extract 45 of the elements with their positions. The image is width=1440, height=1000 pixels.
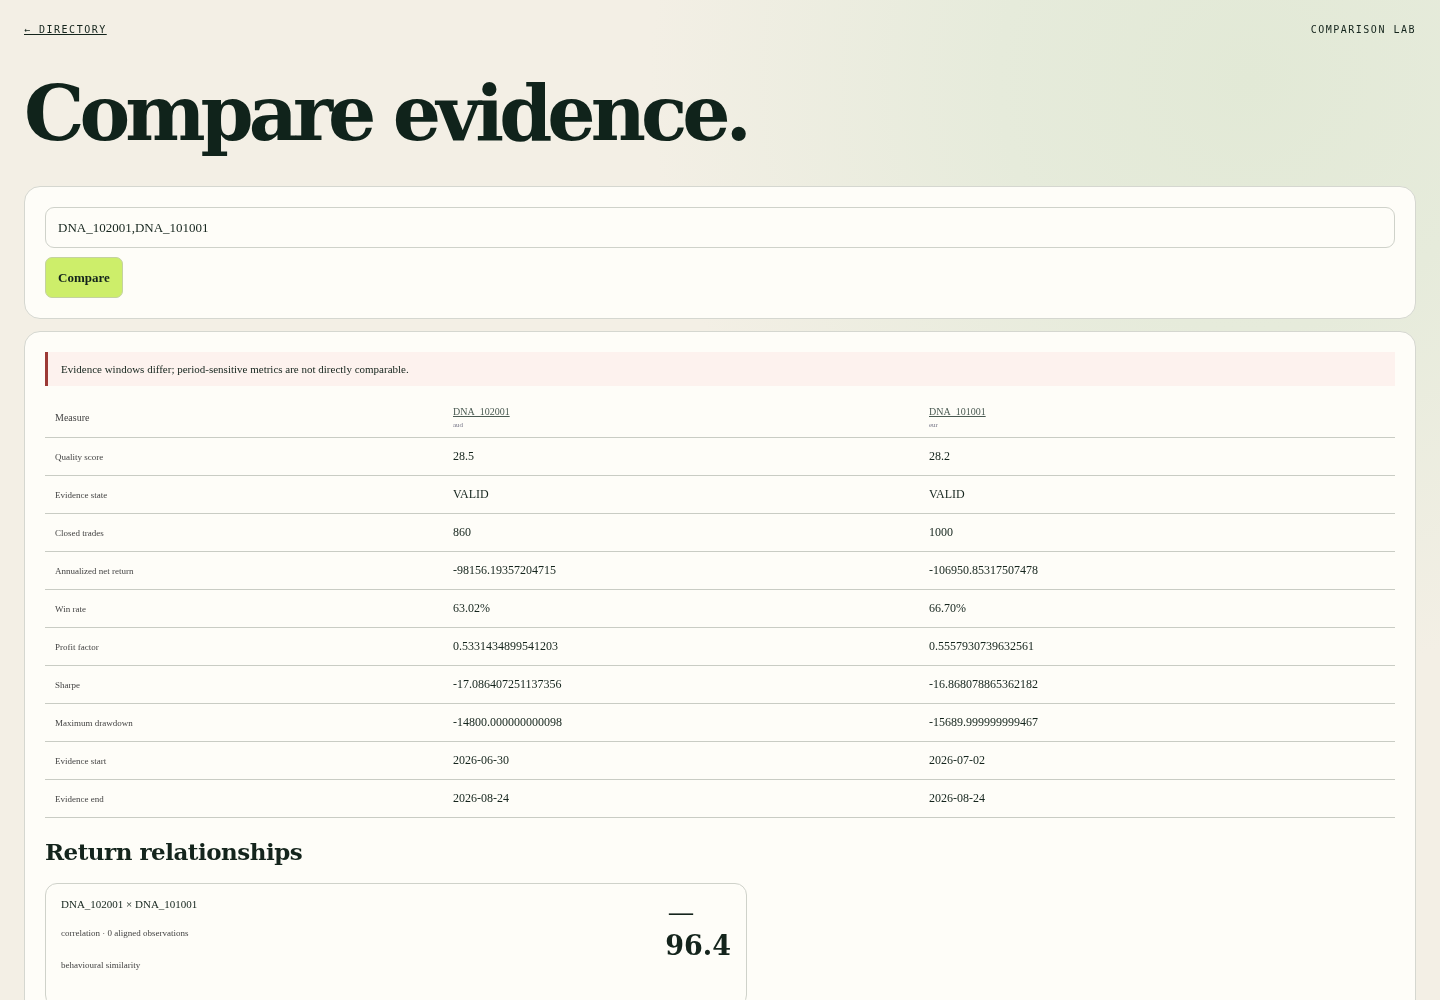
- pair-label: DNA_102001 × DNA_101001: [61, 898, 198, 910]
- table-header: Measure: [55, 412, 90, 423]
- table-cell: 860: [453, 525, 471, 539]
- measure-cell: Evidence end: [55, 793, 104, 804]
- brand-label: COMPARISON LAB: [1310, 24, 1416, 37]
- table-cell: 0.5331434899541203: [453, 639, 558, 653]
- measure-cell: Quality score: [55, 451, 104, 462]
- table-cell: 63.02%: [453, 601, 490, 615]
- table-cell: VALID: [929, 487, 965, 501]
- table-cell: -16.868078865362182: [929, 677, 1038, 691]
- dash-text: —: [667, 900, 693, 924]
- detail-text: correlation · 0 aligned observations: [61, 928, 190, 938]
- measure-cell: Closed trades: [55, 527, 104, 538]
- measure-cell: Win rate: [55, 603, 86, 614]
- measure-cell: Sharpe: [55, 679, 80, 690]
- measure-cell: Evidence start: [55, 755, 107, 766]
- score-value: 96.4: [665, 930, 731, 961]
- directory-link[interactable]: ← DIRECTORY: [24, 24, 107, 38]
- table-cell: 28.2: [929, 449, 950, 463]
- table-cell: 2026-06-30: [453, 753, 509, 767]
- similarity-label: behavioural similarity: [61, 960, 142, 970]
- table-cell: -14800.000000000098: [453, 715, 562, 729]
- table-cell: 2026-08-24: [453, 791, 509, 805]
- table-cell: 28.5: [453, 449, 474, 463]
- table-cell: 2026-08-24: [929, 791, 985, 805]
- table-cell: 2026-07-02: [929, 753, 985, 767]
- warning-banner: Evidence windows differ; period-sensitive metrics are not directly comparable.: [45, 352, 1395, 386]
- table-cell: -15689.999999999467: [929, 715, 1038, 729]
- measure-cell: Annualized net return: [55, 565, 134, 576]
- table-cell: VALID: [453, 487, 489, 501]
- table-cell: 1000: [929, 525, 953, 539]
- input-field[interactable]: DNA_102001,DNA_101001: [45, 207, 1395, 248]
- section-heading: Return relationships: [45, 838, 303, 865]
- table-cell: 66.70%: [929, 601, 966, 615]
- measure-cell: Profit factor: [55, 641, 99, 652]
- compare-button[interactable]: Compare: [45, 257, 123, 298]
- measure-cell: Maximum drawdown: [55, 717, 133, 728]
- table-cell: -98156.19357204715: [453, 563, 556, 577]
- page-title: Compare evidence.: [24, 68, 749, 160]
- table-cell: 0.5557930739632561: [929, 639, 1034, 653]
- table-cell: -106950.85317507478: [929, 563, 1038, 577]
- table-cell: -17.086407251137356: [453, 677, 562, 691]
- column-link[interactable]: DNA_102001: [453, 406, 510, 417]
- measure-cell: Evidence state: [55, 489, 108, 500]
- column-link[interactable]: DNA_101001: [929, 406, 986, 417]
